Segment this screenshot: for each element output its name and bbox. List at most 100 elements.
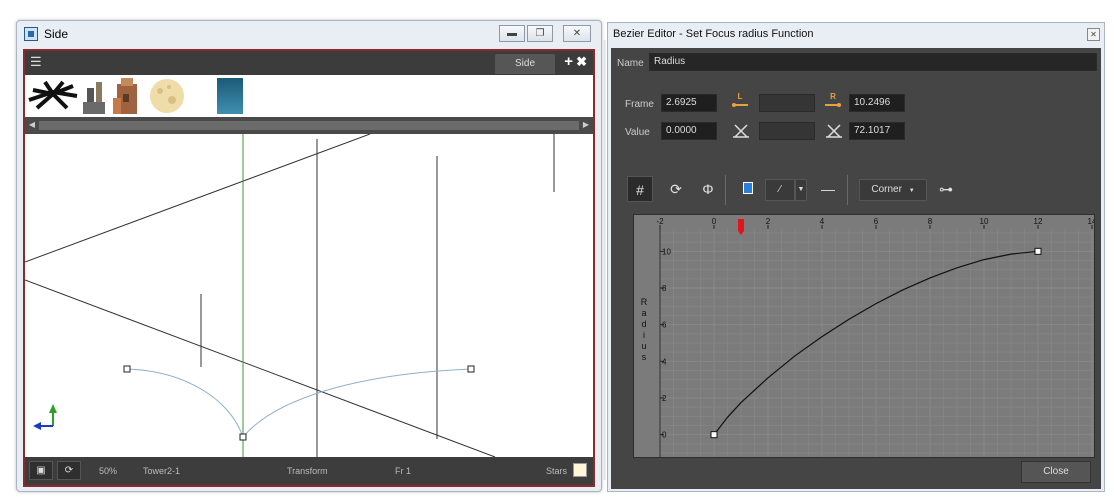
function-graph[interactable]: -2 0 2 4 6 8 10 12 14 0 2 4 6 8 10 Radius (633, 214, 1095, 458)
close-view-icon[interactable]: ✖ (576, 54, 587, 70)
bezier-editor-title: Bezier Editor - Set Focus radius Functio… (613, 28, 814, 40)
keyframe-icon (743, 182, 753, 194)
left-angle-icon (733, 124, 749, 138)
camera-cone-top-line (25, 134, 371, 263)
linear-segment-icon: ∕ (779, 184, 781, 195)
tab-side[interactable]: Side (495, 54, 555, 74)
left-angle-field[interactable] (759, 122, 815, 140)
close-icon: ✕ (572, 28, 582, 39)
x-tick-label: 6 (874, 217, 879, 226)
toolbar-separator (847, 175, 848, 205)
current-frame: Fr 1 (395, 466, 412, 476)
tangent-link-button[interactable]: ⊶ (933, 176, 959, 202)
close-button[interactable]: ✕ (563, 25, 591, 42)
scroll-right-icon[interactable]: ▶ (581, 120, 591, 130)
side-view-panel: ☰ Side + ✖ ◀ ▶ ▣ ⟳ 50% Tower2-1 Transfor… (23, 49, 595, 487)
close-editor-button[interactable]: Close (1021, 461, 1091, 483)
keyframe-type-value: Corner (871, 184, 902, 195)
app-icon (24, 27, 38, 41)
left-handle-frame-icon: L (731, 92, 749, 112)
value-field[interactable]: 0.0000 (661, 122, 717, 140)
rotate-icon: ⟳ (64, 465, 74, 476)
current-layer: Tower2-1 (143, 466, 181, 476)
y-tick-label: 6 (662, 321, 667, 330)
snap-grid-button[interactable]: # (627, 176, 653, 202)
current-tool: Transform (287, 466, 328, 476)
x-tick-label: 0 (712, 217, 717, 226)
lock-tangent-button[interactable]: Φ (695, 176, 721, 202)
add-view-icon[interactable]: + (564, 54, 573, 70)
side-window-title: Side (44, 27, 69, 41)
flat-line-icon: — (821, 181, 835, 197)
rotate-handle-button[interactable]: ⟳ (663, 176, 689, 202)
axis-gizmo-icon (33, 404, 57, 430)
keyframe-button[interactable] (735, 176, 761, 202)
left-handle-frame-field[interactable] (759, 94, 815, 112)
bezier-editor-window: Bezier Editor - Set Focus radius Functio… (607, 22, 1105, 492)
zoom-level[interactable]: 50% (99, 466, 117, 476)
x-tick-label: 14 (1088, 217, 1095, 226)
tower-thumbnail[interactable] (81, 78, 107, 114)
rotate-icon: ⟳ (670, 181, 682, 197)
scroll-left-icon[interactable]: ◀ (27, 120, 37, 130)
y-tick-label: 8 (662, 284, 667, 293)
building-thumbnail[interactable] (109, 78, 145, 114)
x-tick-label: 10 (980, 217, 989, 226)
camera-icon: ▣ (36, 465, 46, 476)
restore-icon: ❐ (535, 28, 545, 39)
moon-thumbnail[interactable] (147, 78, 187, 114)
bezier-toolbar: # ⟳ Φ ∕ ▼ — Corner ▼ ⊶ (617, 173, 1095, 207)
bezier-editor-body: Name Radius Frame 2.6925 L R 10.2496 Val… (611, 48, 1101, 489)
keyframe-point (1034, 247, 1042, 255)
close-icon: ✕ (1090, 30, 1097, 39)
right-handle-frame-icon: R (824, 92, 842, 112)
y-axis-label-letter: s (642, 352, 647, 362)
scroll-track[interactable] (39, 121, 579, 130)
name-field[interactable]: Radius (649, 53, 1097, 71)
side-titlebar[interactable]: Side ▬ ❐ ✕ (17, 21, 601, 48)
window-gap (602, 40, 606, 480)
keyframe-type-dropdown[interactable]: Corner ▼ (859, 179, 927, 201)
frame-field[interactable]: 2.6925 (661, 94, 717, 112)
menu-icon[interactable]: ☰ (30, 55, 42, 68)
interpolation-shape-dropdown[interactable]: ∕ (765, 179, 795, 201)
thumbnail-scrollbar[interactable]: ◀ ▶ (25, 117, 593, 134)
reset-rotation-button[interactable]: ⟳ (57, 461, 81, 480)
y-axis-label-letter: d (641, 319, 646, 329)
control-point (467, 365, 475, 373)
chevron-down-icon: ▼ (797, 186, 805, 193)
shape-dropdown-arrow[interactable]: ▼ (795, 179, 807, 201)
x-tick-label: 8 (928, 217, 933, 226)
x-tick-label: 2 (766, 217, 771, 226)
minimize-button[interactable]: ▬ (499, 25, 525, 42)
palm-thumbnail[interactable] (27, 78, 79, 114)
camera-view-button[interactable]: ▣ (29, 461, 53, 480)
camera-cone-bottom-line (25, 279, 496, 457)
y-axis-label-letter: u (641, 341, 646, 351)
right-handle-frame-field[interactable]: 10.2496 (849, 94, 905, 112)
y-tick-label: 10 (662, 247, 671, 256)
x-tick-label: 4 (820, 217, 825, 226)
toolbar-separator (725, 175, 726, 205)
bezier-close-button[interactable]: ✕ (1087, 28, 1100, 41)
y-tick-label: 2 (662, 394, 667, 403)
x-ruler (634, 215, 1094, 229)
constant-segment-button[interactable]: — (815, 176, 841, 202)
minimize-icon: ▬ (507, 28, 517, 39)
restore-button[interactable]: ❐ (527, 25, 553, 42)
control-point (123, 365, 131, 373)
frame-label: Frame (625, 99, 654, 110)
right-angle-field[interactable]: 72.1017 (849, 122, 905, 140)
grid-snap-icon: # (636, 182, 644, 198)
y-tick-label: 4 (662, 357, 667, 366)
right-angle-icon (826, 124, 842, 138)
chevron-down-icon: ▼ (908, 188, 915, 194)
current-color-swatch[interactable] (573, 463, 587, 477)
side-status-bar: ▣ ⟳ 50% Tower2-1 Transform Fr 1 Stars (25, 457, 593, 485)
side-viewport[interactable] (25, 134, 593, 457)
y-tick-label: 0 (662, 431, 667, 440)
y-axis-label-letter: i (643, 330, 645, 340)
sky-thumbnail[interactable] (217, 78, 243, 114)
y-axis-label-letter: a (641, 308, 646, 318)
tangent-lock-icon: Φ (702, 181, 714, 197)
